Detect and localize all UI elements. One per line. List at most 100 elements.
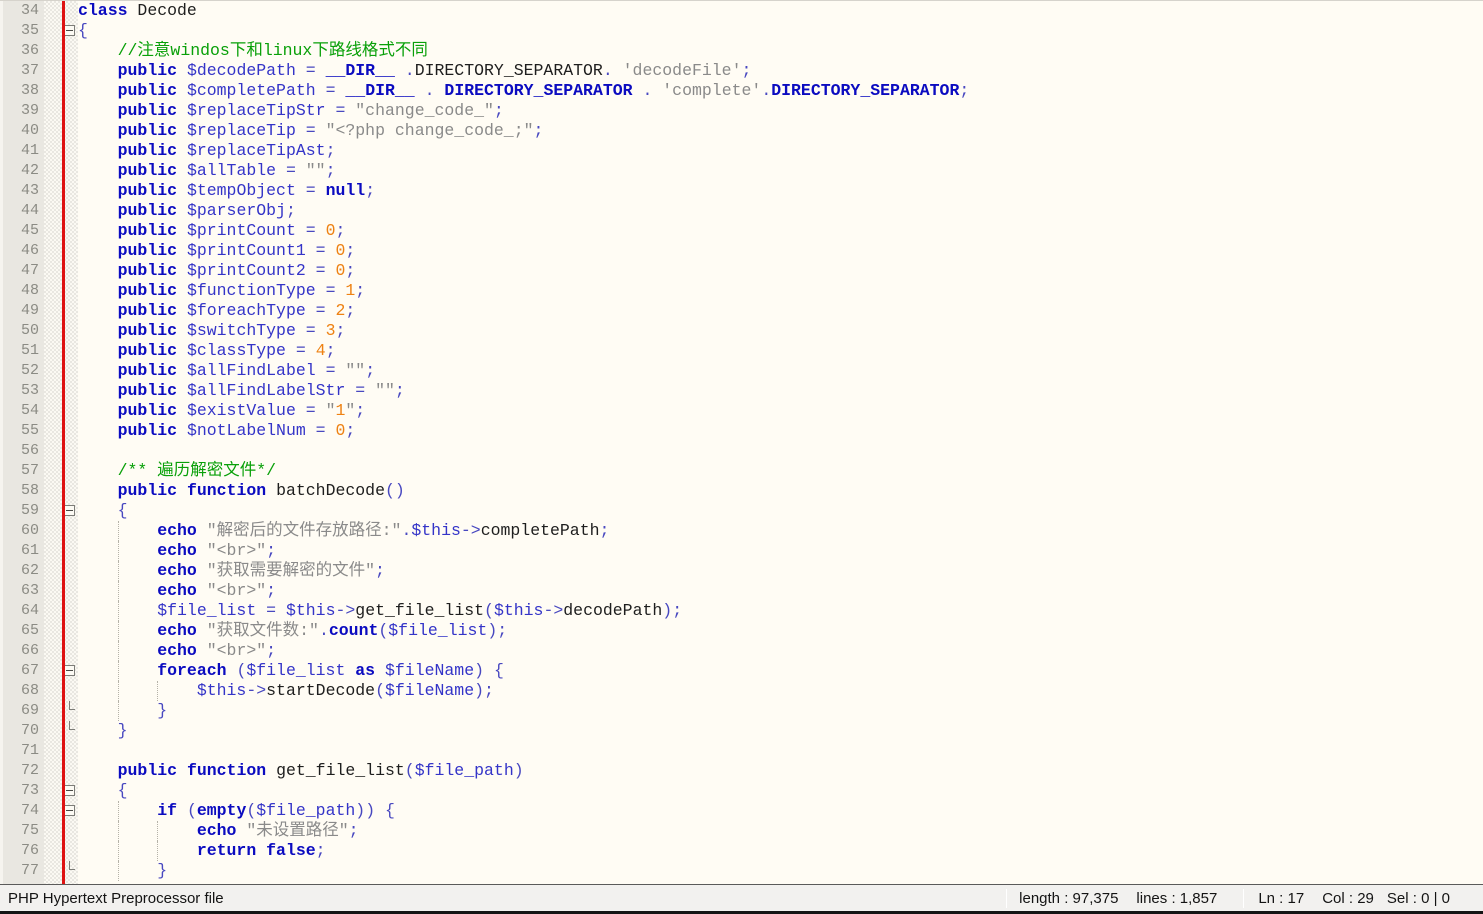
- line-number[interactable]: 52: [0, 361, 44, 381]
- code-line[interactable]: 39 public $replaceTipStr = "change_code_…: [0, 101, 1483, 121]
- code-text[interactable]: $file_list = $this->get_file_list($this-…: [78, 601, 1483, 621]
- line-number[interactable]: 69: [0, 701, 44, 721]
- code-text[interactable]: public $allFindLabel = "";: [78, 361, 1483, 381]
- line-number[interactable]: 77: [0, 861, 44, 881]
- line-number[interactable]: 44: [0, 201, 44, 221]
- line-number[interactable]: 73: [0, 781, 44, 801]
- code-text[interactable]: public $switchType = 3;: [78, 321, 1483, 341]
- code-text[interactable]: [78, 741, 1483, 761]
- code-line[interactable]: 60 echo "解密后的文件存放路径:".$this->completePat…: [0, 521, 1483, 541]
- code-text[interactable]: {: [78, 501, 1483, 521]
- line-number[interactable]: 51: [0, 341, 44, 361]
- fold-collapse-icon[interactable]: [64, 805, 75, 816]
- code-line[interactable]: 70 }: [0, 721, 1483, 741]
- code-text[interactable]: echo "未设置路径";: [78, 821, 1483, 841]
- code-line[interactable]: 45 public $printCount = 0;: [0, 221, 1483, 241]
- line-number[interactable]: 53: [0, 381, 44, 401]
- line-number[interactable]: 35: [0, 21, 44, 41]
- code-line[interactable]: 62 echo "获取需要解密的文件";: [0, 561, 1483, 581]
- line-number[interactable]: 36: [0, 41, 44, 61]
- code-text[interactable]: public function batchDecode(): [78, 481, 1483, 501]
- code-line[interactable]: 46 public $printCount1 = 0;: [0, 241, 1483, 261]
- code-text[interactable]: public $allTable = "";: [78, 161, 1483, 181]
- line-number[interactable]: 34: [0, 1, 44, 21]
- code-line[interactable]: 59 {: [0, 501, 1483, 521]
- code-line[interactable]: 69 }: [0, 701, 1483, 721]
- code-text[interactable]: public $decodePath = __DIR__ .DIRECTORY_…: [78, 61, 1483, 81]
- line-number[interactable]: 59: [0, 501, 44, 521]
- code-line[interactable]: 44 public $parserObj;: [0, 201, 1483, 221]
- line-number[interactable]: 43: [0, 181, 44, 201]
- code-text[interactable]: public $notLabelNum = 0;: [78, 421, 1483, 441]
- code-line[interactable]: 37 public $decodePath = __DIR__ .DIRECTO…: [0, 61, 1483, 81]
- code-line[interactable]: 40 public $replaceTip = "<?php change_co…: [0, 121, 1483, 141]
- code-line[interactable]: 52 public $allFindLabel = "";: [0, 361, 1483, 381]
- code-line[interactable]: 48 public $functionType = 1;: [0, 281, 1483, 301]
- code-line[interactable]: 61 echo "<br>";: [0, 541, 1483, 561]
- code-text[interactable]: public $replaceTipAst;: [78, 141, 1483, 161]
- line-number[interactable]: 49: [0, 301, 44, 321]
- line-number[interactable]: 75: [0, 821, 44, 841]
- line-number[interactable]: 63: [0, 581, 44, 601]
- code-text[interactable]: }: [78, 721, 1483, 741]
- code-line[interactable]: 55 public $notLabelNum = 0;: [0, 421, 1483, 441]
- line-number[interactable]: 67: [0, 661, 44, 681]
- cursor-col-stat[interactable]: Col : 29: [1322, 890, 1374, 907]
- code-line[interactable]: 73 {: [0, 781, 1483, 801]
- code-text[interactable]: public $tempObject = null;: [78, 181, 1483, 201]
- code-text[interactable]: public $printCount1 = 0;: [78, 241, 1483, 261]
- line-number[interactable]: 46: [0, 241, 44, 261]
- code-line[interactable]: 49 public $foreachType = 2;: [0, 301, 1483, 321]
- line-number[interactable]: 71: [0, 741, 44, 761]
- selection-stat[interactable]: Sel : 0 | 0: [1387, 890, 1450, 907]
- code-line[interactable]: 72 public function get_file_list($file_p…: [0, 761, 1483, 781]
- code-text[interactable]: foreach ($file_list as $fileName) {: [78, 661, 1483, 681]
- line-number[interactable]: 74: [0, 801, 44, 821]
- code-line[interactable]: 65 echo "获取文件数:".count($file_list);: [0, 621, 1483, 641]
- code-line[interactable]: 38 public $completePath = __DIR__ . DIRE…: [0, 81, 1483, 101]
- code-text[interactable]: echo "获取文件数:".count($file_list);: [78, 621, 1483, 641]
- fold-collapse-icon[interactable]: [64, 25, 75, 36]
- line-number[interactable]: 50: [0, 321, 44, 341]
- code-line[interactable]: 58 public function batchDecode(): [0, 481, 1483, 501]
- code-text[interactable]: public $replaceTip = "<?php change_code_…: [78, 121, 1483, 141]
- line-number[interactable]: 70: [0, 721, 44, 741]
- code-text[interactable]: public $parserObj;: [78, 201, 1483, 221]
- code-text[interactable]: //注意windos下和linux下路线格式不同: [78, 41, 1483, 61]
- code-line[interactable]: 54 public $existValue = "1";: [0, 401, 1483, 421]
- line-number[interactable]: 60: [0, 521, 44, 541]
- line-number[interactable]: 66: [0, 641, 44, 661]
- line-number[interactable]: 68: [0, 681, 44, 701]
- code-line[interactable]: 42 public $allTable = "";: [0, 161, 1483, 181]
- code-line[interactable]: 57 /** 遍历解密文件*/: [0, 461, 1483, 481]
- line-number[interactable]: 56: [0, 441, 44, 461]
- code-text[interactable]: echo "获取需要解密的文件";: [78, 561, 1483, 581]
- code-line[interactable]: 50 public $switchType = 3;: [0, 321, 1483, 341]
- code-text[interactable]: }: [78, 701, 1483, 721]
- line-number[interactable]: 64: [0, 601, 44, 621]
- cursor-line-stat[interactable]: Ln : 17: [1258, 890, 1304, 907]
- code-text[interactable]: public function get_file_list($file_path…: [78, 761, 1483, 781]
- code-text[interactable]: {: [78, 781, 1483, 801]
- code-text[interactable]: public $completePath = __DIR__ . DIRECTO…: [78, 81, 1483, 101]
- line-number[interactable]: 45: [0, 221, 44, 241]
- code-line[interactable]: 43 public $tempObject = null;: [0, 181, 1483, 201]
- code-text[interactable]: public $allFindLabelStr = "";: [78, 381, 1483, 401]
- code-text[interactable]: }: [78, 861, 1483, 881]
- code-line[interactable]: 35{: [0, 21, 1483, 41]
- code-area[interactable]: 34class Decode35{36 //注意windos下和linux下路线…: [0, 1, 1483, 881]
- code-text[interactable]: public $replaceTipStr = "change_code_";: [78, 101, 1483, 121]
- code-line[interactable]: 71: [0, 741, 1483, 761]
- line-number[interactable]: 61: [0, 541, 44, 561]
- fold-collapse-icon[interactable]: [64, 665, 75, 676]
- line-number[interactable]: 55: [0, 421, 44, 441]
- line-number[interactable]: 54: [0, 401, 44, 421]
- code-line[interactable]: 68 $this->startDecode($fileName);: [0, 681, 1483, 701]
- code-text[interactable]: /** 遍历解密文件*/: [78, 461, 1483, 481]
- code-text[interactable]: if (empty($file_path)) {: [78, 801, 1483, 821]
- line-number[interactable]: 48: [0, 281, 44, 301]
- line-number[interactable]: 37: [0, 61, 44, 81]
- code-text[interactable]: public $classType = 4;: [78, 341, 1483, 361]
- code-text[interactable]: public $functionType = 1;: [78, 281, 1483, 301]
- code-line[interactable]: 76 return false;: [0, 841, 1483, 861]
